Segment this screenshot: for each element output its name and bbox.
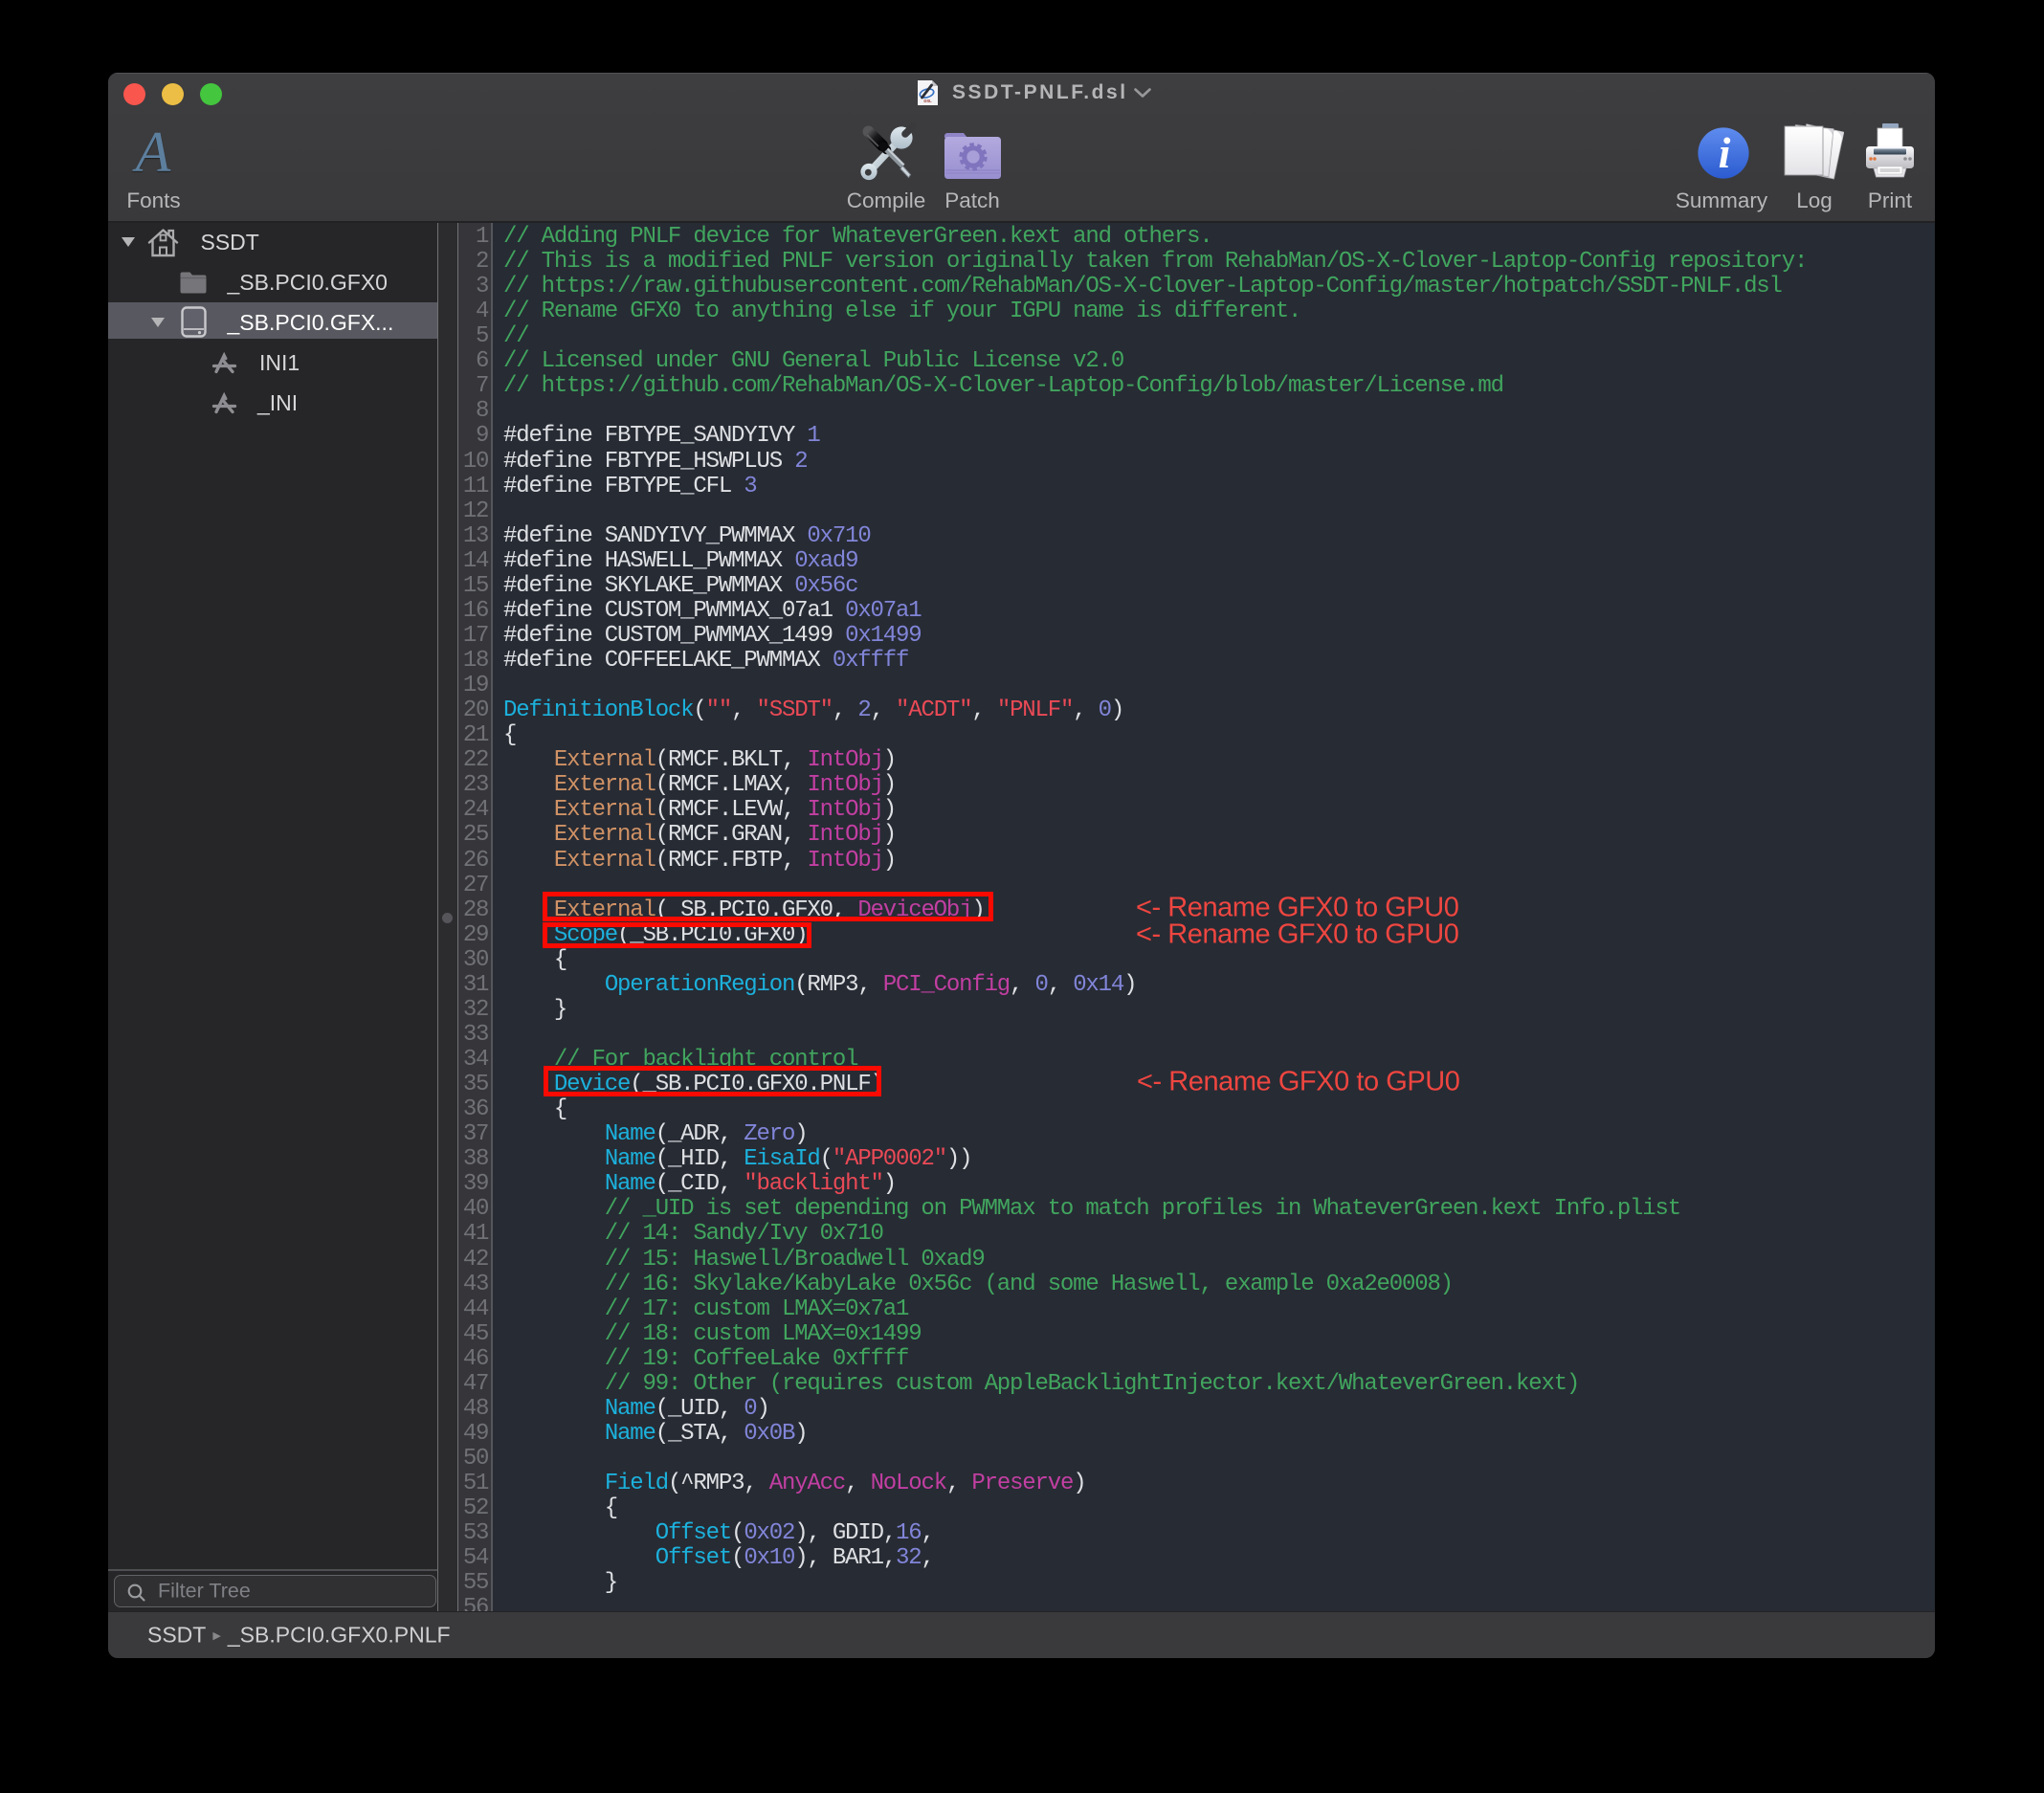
svg-text:DSL: DSL: [923, 99, 932, 103]
svg-text:i: i: [1719, 128, 1731, 177]
